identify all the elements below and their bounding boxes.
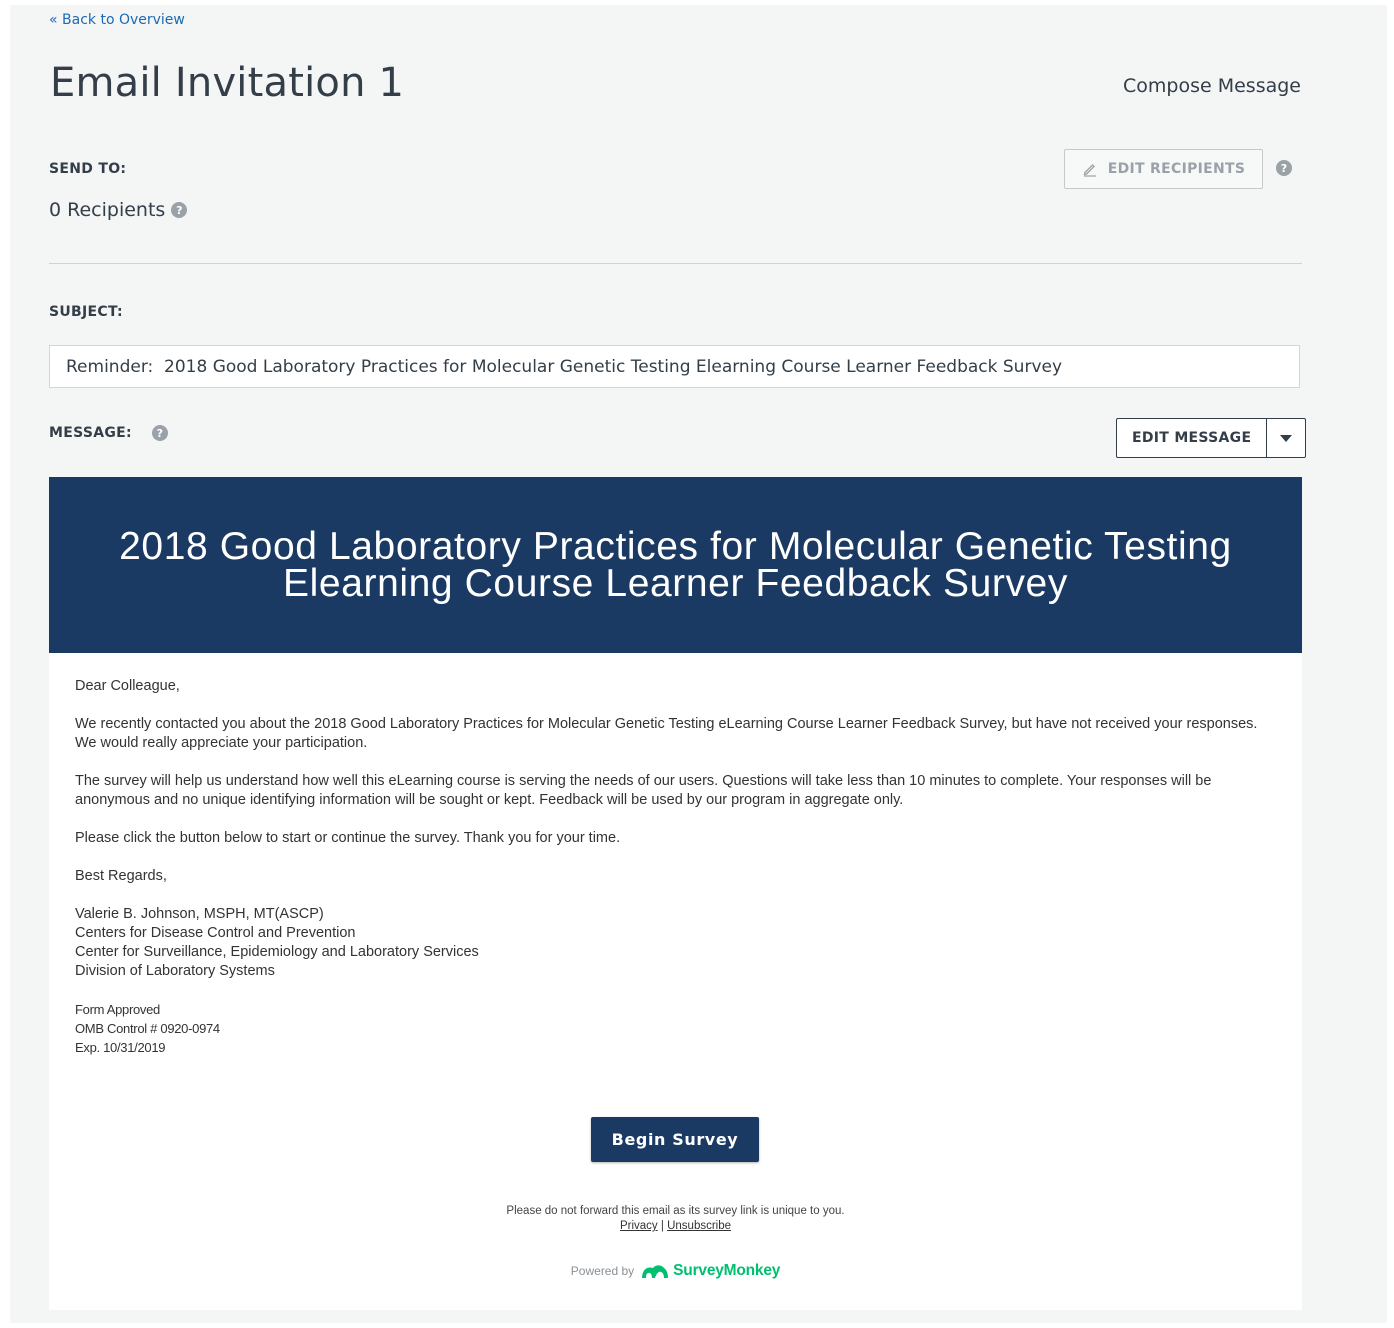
powered-by: Powered by SurveyMonkey xyxy=(49,1262,1302,1280)
recipients-text: 0 Recipients xyxy=(49,199,166,221)
link-separator: | xyxy=(660,1220,664,1232)
email-banner-title: 2018 Good Laboratory Practices for Molec… xyxy=(119,525,1232,605)
footer-links: Privacy | Unsubscribe xyxy=(49,1219,1302,1234)
email-paragraph-1: We recently contacted you about the 2018… xyxy=(75,716,1258,751)
surveymonkey-logo[interactable]: SurveyMonkey xyxy=(640,1262,780,1280)
powered-by-label: Powered by xyxy=(570,1264,635,1278)
edit-message-split-button: EDIT MESSAGE xyxy=(1116,418,1307,458)
edit-recipients-label: EDIT RECIPIENTS xyxy=(1107,161,1246,177)
edit-message-dropdown-toggle[interactable] xyxy=(1267,419,1305,457)
subject-label: SUBJECT: xyxy=(49,304,123,320)
surveymonkey-wordmark: SurveyMonkey xyxy=(673,1262,781,1279)
pencil-icon xyxy=(1083,164,1096,177)
email-paragraph-3: Please click the button below to start o… xyxy=(75,830,621,846)
begin-survey-button[interactable]: Begin Survey xyxy=(591,1117,759,1162)
form-info-line: Exp. 10/31/2019 xyxy=(75,1040,166,1055)
signature-line: Division of Laboratory Systems xyxy=(75,963,275,979)
privacy-link[interactable]: Privacy xyxy=(620,1220,658,1232)
message-label: MESSAGE: xyxy=(49,425,132,441)
send-to-label: SEND TO: xyxy=(49,161,127,177)
page-title: Email Invitation 1 xyxy=(50,60,405,106)
email-body: Dear Colleague, We recently contacted yo… xyxy=(75,677,1275,1076)
back-to-overview-link[interactable]: « Back to Overview xyxy=(49,12,185,28)
surveymonkey-logo-icon xyxy=(642,1265,669,1278)
email-closing: Best Regards, xyxy=(75,868,167,884)
caret-down-icon xyxy=(1280,434,1293,442)
edit-recipients-help-icon[interactable]: ? xyxy=(1276,160,1292,176)
recipients-help-icon[interactable]: ? xyxy=(171,202,188,218)
forward-warning-note: Please do not forward this email as its … xyxy=(506,1205,845,1217)
section-divider xyxy=(49,263,1302,264)
page-container: « Back to Overview Email Invitation 1 Co… xyxy=(10,5,1387,1323)
signature-line: Centers for Disease Control and Preventi… xyxy=(75,925,356,941)
recipients-count: 0 Recipients ? xyxy=(49,199,188,221)
edit-recipients-button[interactable]: EDIT RECIPIENTS xyxy=(1064,149,1263,189)
email-banner: 2018 Good Laboratory Practices for Molec… xyxy=(49,477,1302,653)
subject-input[interactable] xyxy=(49,345,1300,388)
signature-line: Center for Surveillance, Epidemiology an… xyxy=(75,944,479,960)
signature-line: Valerie B. Johnson, MSPH, MT(ASCP) xyxy=(75,906,324,922)
form-info-line: Form Approved xyxy=(75,1002,160,1017)
edit-message-button[interactable]: EDIT MESSAGE xyxy=(1117,419,1268,457)
email-preview: 2018 Good Laboratory Practices for Molec… xyxy=(49,477,1302,1310)
form-approval-info: Form Approved OMB Control # 0920-0974 Ex… xyxy=(75,1000,1275,1057)
unsubscribe-link[interactable]: Unsubscribe xyxy=(667,1220,731,1232)
email-paragraph-2: The survey will help us understand how w… xyxy=(75,773,1212,808)
email-greeting: Dear Colleague, xyxy=(75,678,180,694)
message-help-icon[interactable]: ? xyxy=(151,425,168,441)
step-label: Compose Message xyxy=(1123,75,1301,97)
message-label-row: MESSAGE: ? xyxy=(49,425,168,441)
form-info-line: OMB Control # 0920-0974 xyxy=(75,1021,220,1036)
email-signature: Valerie B. Johnson, MSPH, MT(ASCP) Cente… xyxy=(75,905,1275,981)
